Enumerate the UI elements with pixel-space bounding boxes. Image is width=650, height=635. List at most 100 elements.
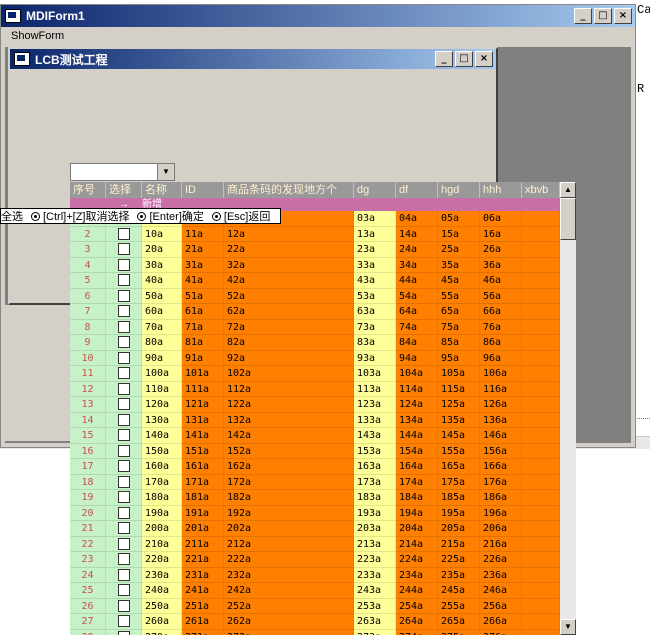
cell-no[interactable]: 2 [70, 226, 106, 242]
cell-no[interactable]: 12 [70, 381, 106, 397]
row-checkbox[interactable] [117, 444, 130, 457]
cell-name[interactable]: 260a [142, 614, 182, 630]
cell-dg[interactable]: 173a [354, 474, 396, 490]
cell-dg[interactable]: 253a [354, 598, 396, 614]
select-cell[interactable] [106, 474, 142, 490]
child-titlebar[interactable]: LCB测试工程 _ □ × [10, 49, 496, 69]
column-header[interactable]: xbvb [522, 182, 560, 198]
cell-id[interactable]: 171a [182, 474, 224, 490]
cell-hgd[interactable]: 15a [438, 226, 480, 242]
select-cell[interactable] [106, 536, 142, 552]
cell-name[interactable]: 70a [142, 319, 182, 335]
cell-xbvb[interactable] [522, 629, 560, 635]
cell-xbvb[interactable] [522, 552, 560, 568]
select-cell[interactable] [106, 428, 142, 444]
cell-dg[interactable]: 243a [354, 583, 396, 599]
cell-code[interactable]: 192a [224, 505, 354, 521]
cell-code[interactable]: 252a [224, 598, 354, 614]
cell-hgd[interactable]: 175a [438, 474, 480, 490]
cell-id[interactable]: 121a [182, 397, 224, 413]
cell-no[interactable]: 26 [70, 598, 106, 614]
cell-xbvb[interactable] [522, 350, 560, 366]
cell-no[interactable]: 18 [70, 474, 106, 490]
cell-name[interactable]: 240a [142, 583, 182, 599]
cell-hgd[interactable]: 115a [438, 381, 480, 397]
row-checkbox[interactable] [117, 429, 130, 442]
cell-df[interactable]: 04a [396, 211, 438, 227]
cell-hhh[interactable]: 26a [480, 242, 522, 258]
cell-name[interactable]: 90a [142, 350, 182, 366]
cell-name[interactable]: 20a [142, 242, 182, 258]
cell-df[interactable]: 34a [396, 257, 438, 273]
cell-id[interactable]: 101a [182, 366, 224, 382]
cell-id[interactable]: 181a [182, 490, 224, 506]
table-row[interactable]: 15 140a 141a 142a 143a 144a 145a 146a [70, 428, 560, 444]
table-row[interactable]: 20 190a 191a 192a 193a 194a 195a 196a [70, 505, 560, 521]
cell-xbvb[interactable] [522, 335, 560, 351]
cell-id[interactable]: 251a [182, 598, 224, 614]
table-row[interactable]: 22 210a 211a 212a 213a 214a 215a 216a [70, 536, 560, 552]
cell-id[interactable]: 111a [182, 381, 224, 397]
select-cell[interactable] [106, 412, 142, 428]
cell-dg[interactable]: 23a [354, 242, 396, 258]
cell-xbvb[interactable] [522, 567, 560, 583]
cell-xbvb[interactable] [522, 211, 560, 227]
cell-id[interactable]: 31a [182, 257, 224, 273]
cell-code[interactable]: 82a [224, 335, 354, 351]
cell-no[interactable]: 6 [70, 288, 106, 304]
row-checkbox[interactable] [117, 537, 130, 550]
cell-df[interactable]: 164a [396, 459, 438, 475]
cell-hhh[interactable]: 36a [480, 257, 522, 273]
cell-hgd[interactable]: 185a [438, 490, 480, 506]
cell-hhh[interactable]: 16a [480, 226, 522, 242]
cell-hhh[interactable]: 236a [480, 567, 522, 583]
cell-code[interactable]: 232a [224, 567, 354, 583]
cell-hhh[interactable]: 176a [480, 474, 522, 490]
column-header[interactable]: 选择 [106, 182, 142, 198]
cell-dg[interactable]: 213a [354, 536, 396, 552]
cell-dg[interactable]: 133a [354, 412, 396, 428]
table-row[interactable]: 24 230a 231a 232a 233a 234a 235a 236a [70, 567, 560, 583]
cell-hhh[interactable]: 66a [480, 304, 522, 320]
cell-code[interactable]: 142a [224, 428, 354, 444]
cell-hhh[interactable]: 186a [480, 490, 522, 506]
table-row[interactable]: 18 170a 171a 172a 173a 174a 175a 176a [70, 474, 560, 490]
cell-name[interactable]: 270a [142, 629, 182, 635]
column-header[interactable]: ID [182, 182, 224, 198]
cell-name[interactable]: 30a [142, 257, 182, 273]
cell-hhh[interactable]: 136a [480, 412, 522, 428]
cell-code[interactable]: 122a [224, 397, 354, 413]
table-row[interactable]: 3 20a 21a 22a 23a 24a 25a 26a [70, 242, 560, 258]
cell-xbvb[interactable] [522, 397, 560, 413]
row-checkbox[interactable] [117, 522, 130, 535]
cell-no[interactable]: 20 [70, 505, 106, 521]
table-row[interactable]: 5 40a 41a 42a 43a 44a 45a 46a [70, 273, 560, 289]
cell-hgd[interactable]: 65a [438, 304, 480, 320]
cell-hgd[interactable]: 145a [438, 428, 480, 444]
row-checkbox[interactable] [117, 630, 130, 635]
minimize-button[interactable]: _ [574, 8, 592, 24]
select-cell[interactable] [106, 397, 142, 413]
cell-code[interactable]: 222a [224, 552, 354, 568]
row-checkbox[interactable] [117, 367, 130, 380]
cell-dg[interactable]: 33a [354, 257, 396, 273]
cell-code[interactable]: 112a [224, 381, 354, 397]
cell-name[interactable]: 120a [142, 397, 182, 413]
row-checkbox[interactable] [117, 305, 130, 318]
cell-hhh[interactable]: 156a [480, 443, 522, 459]
cell-no[interactable]: 25 [70, 583, 106, 599]
child-maximize-button[interactable]: □ [455, 51, 473, 67]
select-cell[interactable] [106, 335, 142, 351]
row-checkbox[interactable] [117, 382, 130, 395]
cell-df[interactable]: 264a [396, 614, 438, 630]
cell-df[interactable]: 104a [396, 366, 438, 382]
cell-id[interactable]: 131a [182, 412, 224, 428]
cell-id[interactable]: 141a [182, 428, 224, 444]
cell-df[interactable]: 274a [396, 629, 438, 635]
cell-hgd[interactable]: 165a [438, 459, 480, 475]
vertical-scrollbar[interactable]: ▲ ▼ [560, 182, 576, 635]
cell-hgd[interactable]: 25a [438, 242, 480, 258]
cell-hhh[interactable]: 256a [480, 598, 522, 614]
cell-code[interactable]: 182a [224, 490, 354, 506]
row-checkbox[interactable] [117, 351, 130, 364]
